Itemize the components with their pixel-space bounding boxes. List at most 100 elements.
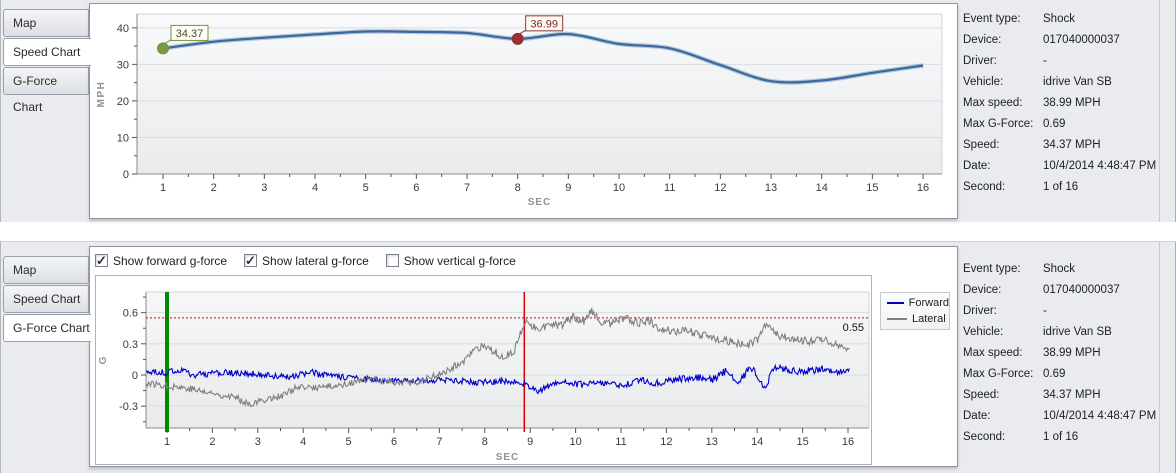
gforce-chart-svg: 0.60.30-0.3123456789101112131415160.55GS… xyxy=(96,276,871,464)
checkbox-label: Show lateral g-force xyxy=(262,254,369,268)
info-label: Event type: xyxy=(963,263,1043,275)
x-tick-label: 7 xyxy=(464,182,470,194)
x-tick-label: 15 xyxy=(866,182,878,194)
info-label: Driver: xyxy=(963,305,1043,317)
info-row-device: Device:017040000037 xyxy=(963,279,1159,300)
gforce-chart-plot: 0.60.30-0.3123456789101112131415160.55GS… xyxy=(96,276,871,469)
x-tick-label: 2 xyxy=(211,182,217,194)
info-value: 0.69 xyxy=(1043,368,1065,380)
info-value: 017040000037 xyxy=(1043,284,1120,296)
info-label: Max speed: xyxy=(963,97,1043,109)
threshold-label: 0.55 xyxy=(843,322,864,334)
x-tick-label: 13 xyxy=(706,436,718,448)
info-value: 10/4/2014 4:48:47 PM xyxy=(1043,160,1156,172)
info-row-second: Second:1 of 16 xyxy=(963,176,1159,197)
info-label: Vehicle: xyxy=(963,326,1043,338)
show-lateral-gforce-option[interactable]: Show lateral g-force xyxy=(244,254,369,268)
y-axis-title: G xyxy=(98,356,109,365)
gforce-plot-box: 0.60.30-0.3123456789101112131415160.55GS… xyxy=(95,275,872,465)
info-label: Date: xyxy=(963,410,1043,422)
y-tick-label: 0 xyxy=(123,169,129,181)
tab-speed-chart[interactable]: Speed Chart xyxy=(3,38,91,66)
info-label: Second: xyxy=(963,431,1043,443)
tab-gforce-chart[interactable]: G-Force Chart xyxy=(3,314,91,342)
info-row-event-type: Event type:Shock xyxy=(963,8,1159,29)
y-axis-title: MPH xyxy=(96,81,107,108)
info-row-second: Second:1 of 16 xyxy=(963,426,1159,447)
info-row-driver: Driver:- xyxy=(963,300,1159,321)
x-tick-label: 6 xyxy=(413,182,419,194)
gforce-chart-panel: Map Speed Chart G-Force Chart Show forwa… xyxy=(0,241,1176,473)
info-value: 38.99 MPH xyxy=(1043,97,1101,109)
x-tick-label: 7 xyxy=(436,436,442,448)
info-value: idrive Van SB xyxy=(1043,76,1112,88)
info-value: Shock xyxy=(1043,263,1075,275)
info-row-max-gforce: Max G-Force:0.69 xyxy=(963,113,1159,134)
legend-label: Forward xyxy=(909,297,949,309)
x-tick-label: 9 xyxy=(565,182,571,194)
x-tick-label: 6 xyxy=(391,436,397,448)
info-row-event-type: Event type:Shock xyxy=(963,258,1159,279)
y-tick-label: 0.6 xyxy=(123,308,138,320)
info-value: 017040000037 xyxy=(1043,34,1120,46)
data-point-marker[interactable] xyxy=(512,33,523,44)
info-value: 1 of 16 xyxy=(1043,181,1078,193)
forward-line-swatch xyxy=(887,302,904,304)
y-tick-label: 0.3 xyxy=(123,339,138,351)
x-tick-label: 5 xyxy=(346,436,352,448)
x-tick-label: 8 xyxy=(482,436,488,448)
y-tick-label: -0.3 xyxy=(119,401,138,413)
info-value: 34.37 MPH xyxy=(1043,389,1101,401)
x-tick-label: 4 xyxy=(300,436,306,448)
info-label: Max G-Force: xyxy=(963,118,1043,130)
x-axis-title: SEC xyxy=(496,452,520,463)
point-label: 36.99 xyxy=(530,18,558,30)
tab-gforce-chart[interactable]: G-Force Chart xyxy=(3,67,89,95)
x-tick-label: 5 xyxy=(363,182,369,194)
x-tick-label: 1 xyxy=(160,182,166,194)
event-info-panel: Event type:Shock Device:017040000037 Dri… xyxy=(963,258,1160,458)
info-label: Device: xyxy=(963,284,1043,296)
x-tick-label: 10 xyxy=(613,182,625,194)
info-value: 10/4/2014 4:48:47 PM xyxy=(1043,410,1156,422)
x-tick-label: 9 xyxy=(527,436,533,448)
x-tick-label: 12 xyxy=(714,182,726,194)
event-info-panel: Event type:Shock Device:017040000037 Dri… xyxy=(963,8,1160,208)
info-value: Shock xyxy=(1043,13,1075,25)
info-value: 1 of 16 xyxy=(1043,431,1078,443)
y-tick-label: 30 xyxy=(117,59,129,71)
tab-map[interactable]: Map xyxy=(3,256,89,284)
info-label: Second: xyxy=(963,181,1043,193)
legend-item-forward: Forward xyxy=(887,295,949,311)
right-edge-strip xyxy=(1159,242,1176,473)
show-lateral-gforce-checkbox[interactable] xyxy=(244,254,257,267)
tab-map[interactable]: Map xyxy=(3,9,89,37)
x-tick-label: 14 xyxy=(751,436,763,448)
info-value: idrive Van SB xyxy=(1043,326,1112,338)
info-label: Max G-Force: xyxy=(963,368,1043,380)
info-label: Driver: xyxy=(963,55,1043,67)
info-row-date: Date:10/4/2014 4:48:47 PM xyxy=(963,155,1159,176)
x-tick-label: 13 xyxy=(765,182,777,194)
x-tick-label: 3 xyxy=(255,436,261,448)
x-tick-label: 16 xyxy=(842,436,854,448)
y-tick-label: 10 xyxy=(117,132,129,144)
data-point-marker[interactable] xyxy=(158,43,169,54)
tab-speed-chart[interactable]: Speed Chart xyxy=(3,285,89,313)
info-value: 0.69 xyxy=(1043,118,1065,130)
show-vertical-gforce-option[interactable]: Show vertical g-force xyxy=(386,254,516,268)
info-row-date: Date:10/4/2014 4:48:47 PM xyxy=(963,405,1159,426)
info-row-vehicle: Vehicle:idrive Van SB xyxy=(963,71,1159,92)
info-label: Device: xyxy=(963,34,1043,46)
x-tick-label: 14 xyxy=(816,182,828,194)
x-tick-label: 12 xyxy=(660,436,672,448)
info-label: Speed: xyxy=(963,139,1043,151)
info-label: Vehicle: xyxy=(963,76,1043,88)
speed-chart-svg: 0102030401234567891011121314151634.3736.… xyxy=(90,4,957,218)
show-vertical-gforce-checkbox[interactable] xyxy=(386,254,399,267)
show-forward-gforce-checkbox[interactable] xyxy=(95,254,108,267)
gforce-chart-container: Show forward g-force Show lateral g-forc… xyxy=(89,246,958,467)
x-tick-label: 3 xyxy=(261,182,267,194)
show-forward-gforce-option[interactable]: Show forward g-force xyxy=(95,254,227,268)
info-row-max-speed: Max speed:38.99 MPH xyxy=(963,342,1159,363)
